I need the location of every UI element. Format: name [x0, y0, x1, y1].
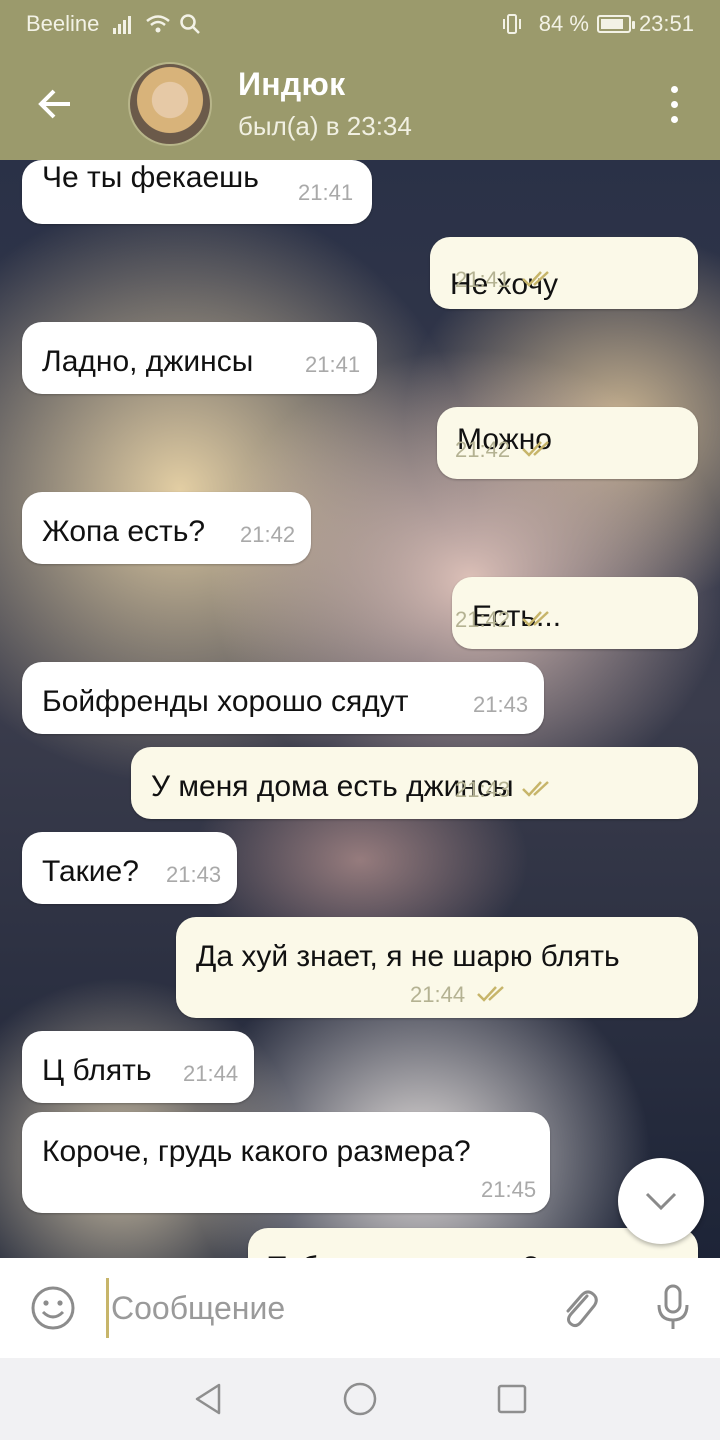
incoming-message[interactable]: Ладно, джинсы 21:41: [22, 322, 377, 394]
incoming-message[interactable]: Жопа есть? 21:42: [22, 492, 311, 564]
emoji-button[interactable]: [0, 1258, 106, 1358]
message-list[interactable]: Че ты фекаешь 21:41 Не хочу 21:41 Ладно, джи…: [0, 160, 720, 1258]
chat-header: Индюк был(а) в 23:34: [0, 48, 720, 160]
triangle-back-icon: [195, 1383, 221, 1415]
message-time: 21:43: [473, 692, 529, 717]
message-time: 21:42: [455, 437, 511, 462]
more-vert-icon[interactable]: [628, 48, 720, 160]
message-time: 21:41: [305, 352, 361, 377]
scroll-down-button[interactable]: [618, 1158, 704, 1244]
message-time: 21:41: [455, 267, 511, 292]
message-text: Ц блять: [42, 1054, 152, 1087]
clock: 23:51: [638, 11, 694, 36]
system-nav-bar: [0, 1358, 720, 1440]
microphone-icon: [657, 1284, 689, 1329]
message-time: 21:45: [481, 1177, 537, 1202]
avatar[interactable]: [128, 62, 212, 146]
incoming-message[interactable]: Такие? 21:43: [22, 832, 237, 904]
outgoing-message[interactable]: Тебе то оно зачем?: [248, 1228, 698, 1258]
message-time: 21:42: [455, 607, 511, 632]
outgoing-message[interactable]: Можно 21:42: [437, 407, 698, 479]
arrow-left-icon: [38, 89, 70, 119]
carrier-name: Beeline: [26, 11, 100, 36]
battery-icon: [596, 15, 635, 33]
search-icon: [179, 13, 201, 35]
circle-home-icon: [343, 1382, 377, 1416]
outgoing-message[interactable]: Да хуй знает, я не шарю блять 21:44: [176, 917, 698, 1018]
message-time: 21:43: [166, 862, 222, 887]
message-text: Да хуй знает, я не шарю блять: [196, 940, 620, 973]
double-check-icon: [477, 986, 504, 1002]
paperclip-icon: [566, 1290, 598, 1328]
double-check-icon: [522, 611, 549, 627]
status-bar: Beeline 84 % 23:51: [0, 0, 720, 48]
chat-title[interactable]: Индюк был(а) в 23:34: [238, 66, 412, 142]
nav-back-button[interactable]: [186, 1377, 230, 1421]
outgoing-message[interactable]: Не хочу 21:41: [430, 237, 698, 309]
mic-button[interactable]: [626, 1258, 720, 1358]
smiley-icon: [31, 1286, 75, 1330]
chevron-down-icon: [645, 1192, 677, 1211]
battery-level: [600, 19, 623, 29]
double-check-icon: [522, 781, 549, 797]
chat-name: Индюк: [238, 66, 346, 102]
message-text: Такие?: [42, 855, 139, 888]
message-text: Короче, грудь какого размера?: [42, 1135, 471, 1168]
message-time: 21:43: [455, 777, 511, 802]
last-seen-status: был(а) в 23:34: [238, 111, 412, 141]
nav-home-button[interactable]: [338, 1377, 382, 1421]
incoming-message[interactable]: Бойфренды хорошо сядут 21:43: [22, 662, 544, 734]
message-time: 21:42: [240, 522, 296, 547]
battery-percent: 84 %: [538, 11, 589, 36]
message-time: 21:44: [410, 982, 466, 1007]
outgoing-message[interactable]: Есть... 21:42: [452, 577, 698, 649]
message-text: Жопа есть?: [42, 515, 206, 548]
incoming-message[interactable]: Короче, грудь какого размера? 21:45: [22, 1112, 550, 1213]
back-button[interactable]: [0, 48, 110, 160]
vibrate-icon: [501, 13, 523, 35]
message-text: Че ты фекаешь: [42, 161, 259, 194]
nav-recents-button[interactable]: [490, 1377, 534, 1421]
signal-icon: [113, 14, 137, 34]
message-time: 21:44: [183, 1061, 239, 1086]
double-check-icon: [522, 271, 549, 287]
message-text: Бойфренды хорошо сядут: [42, 685, 409, 718]
square-recents-icon: [497, 1384, 527, 1414]
incoming-message[interactable]: Ц блять 21:44: [22, 1031, 254, 1103]
double-check-icon: [522, 441, 549, 457]
composer: [0, 1258, 720, 1358]
outgoing-message[interactable]: У меня дома есть джинсы 21:43: [131, 747, 698, 819]
wifi-icon: [145, 14, 171, 34]
message-input[interactable]: [106, 1278, 532, 1338]
message-text: Тебе то оно зачем?: [268, 1251, 539, 1258]
message-time: 21:41: [298, 180, 354, 205]
attach-button[interactable]: [532, 1258, 626, 1358]
message-text: Ладно, джинсы: [42, 345, 254, 378]
incoming-message[interactable]: Че ты фекаешь 21:41: [22, 160, 372, 224]
